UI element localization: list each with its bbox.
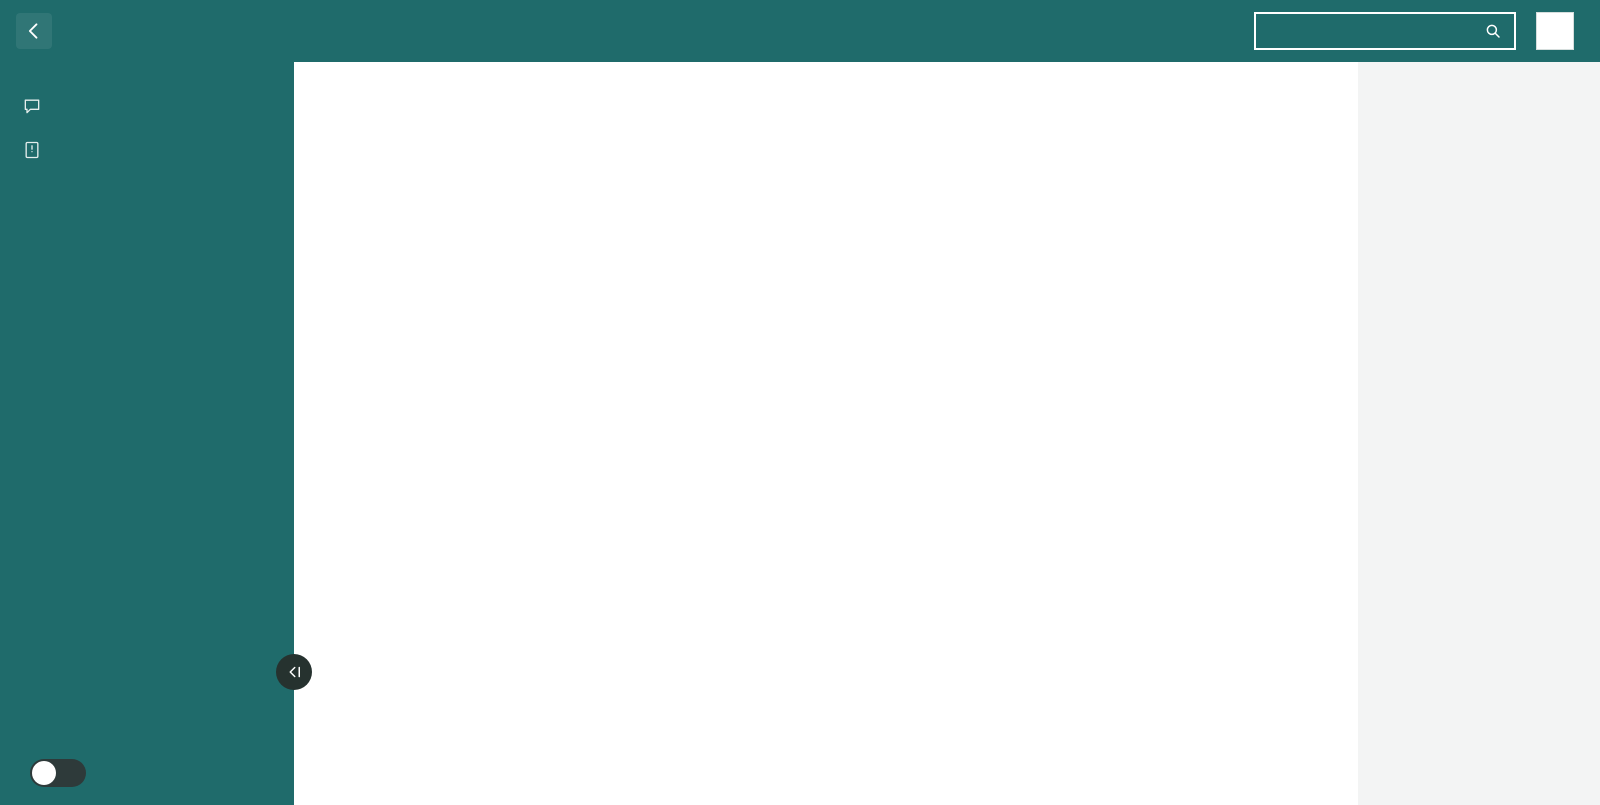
comment-icon (22, 96, 42, 116)
main (294, 0, 1600, 805)
topbar (294, 0, 1600, 62)
country-picker[interactable] (1254, 12, 1516, 50)
grouped-bar-chart (294, 82, 1358, 805)
back-button[interactable] (16, 13, 52, 49)
env-toggle-row (20, 759, 96, 787)
collab-section-label (0, 62, 294, 84)
collab-item-glossary[interactable] (0, 128, 294, 172)
book-icon (22, 140, 42, 160)
env-toggle[interactable] (30, 759, 86, 787)
sidebar (0, 0, 294, 805)
legend-panel (1358, 62, 1600, 805)
arrow-left-icon (24, 21, 44, 41)
content (294, 62, 1600, 805)
ytd-button[interactable] (1536, 12, 1574, 50)
sidebar-header (0, 0, 294, 62)
search-icon (1484, 22, 1502, 40)
collab-item-comments[interactable] (0, 84, 294, 128)
chart-area (294, 62, 1358, 805)
